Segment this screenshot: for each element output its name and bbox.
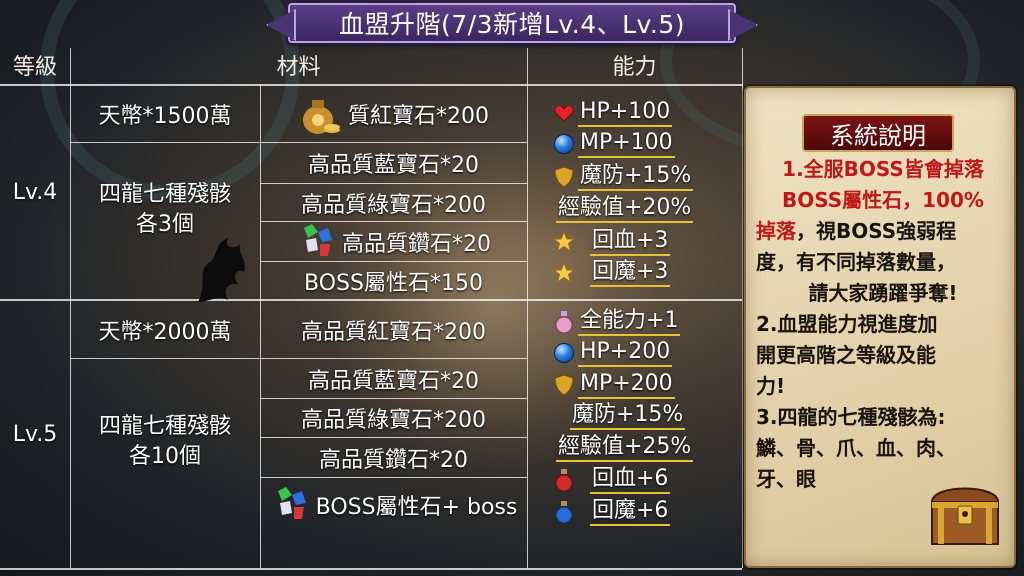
title-banner: 血盟升階(7/3新增Lv.4、Lv.5) xyxy=(288,3,736,43)
material-dragon-remains-name: 四龍七種殘骸 xyxy=(98,182,231,207)
material-diamond-label: 高品質鑽石*20 xyxy=(342,231,491,257)
ability-item: 回魔+6 xyxy=(552,497,671,527)
material-blue-gem: 高品質藍寶石*20 xyxy=(308,153,479,178)
star-icon xyxy=(553,262,575,284)
material-currency: 天幣*1500萬 xyxy=(98,104,232,129)
blue-orb-icon xyxy=(554,343,574,363)
ability-text: MP+100 xyxy=(578,130,675,158)
column-divider xyxy=(742,48,743,568)
header-material: 材料 xyxy=(276,55,321,80)
panel-line-rest: ，視BOSS強弱程 xyxy=(796,219,957,243)
material-boss-stone-label: BOSS屬性石+ boss xyxy=(315,495,518,520)
material-red-gem-label: 質紅寶石*200 xyxy=(348,104,489,129)
ability-item: 經驗值+25% xyxy=(556,433,694,463)
ability-item: HP+200 xyxy=(552,338,673,368)
level-label: Lv.5 xyxy=(12,422,58,447)
ability-item: MP+100 xyxy=(552,129,675,159)
heart-icon xyxy=(554,105,574,122)
ability-item: HP+100 xyxy=(552,98,673,128)
material-diamond: 高品質鑽石*20 xyxy=(319,447,468,473)
ability-text: HP+200 xyxy=(578,339,673,367)
ability-text: 回魔+6 xyxy=(590,498,671,526)
dragon-icon xyxy=(198,238,245,302)
panel-line: 3.四龍的七種殘骸為: xyxy=(756,405,946,429)
ability-item: 魔防+15% xyxy=(570,401,686,431)
panel-line: 請大家踴躍爭奪! xyxy=(808,281,958,305)
panel-line: BOSS屬性石，100% xyxy=(782,188,984,212)
potion-icon xyxy=(555,311,573,334)
header-ability: 能力 xyxy=(612,55,657,80)
ability-item: 回血+6 xyxy=(552,465,671,495)
level-label: Lv.4 xyxy=(12,180,58,205)
panel-line-highlight: 掉落 xyxy=(756,219,796,243)
gems-icon xyxy=(277,487,306,519)
gems-icon xyxy=(304,223,332,256)
ability-text: MP+200 xyxy=(578,371,675,399)
material-dragon-remains-count: 各3個 xyxy=(136,212,194,237)
ability-text: 經驗值+20% xyxy=(556,195,694,223)
ability-item: 經驗值+20% xyxy=(556,194,694,224)
panel-line: 鱗、骨、爪、血、肉、 xyxy=(756,436,956,460)
material-red-gem: 高品質紅寶石*200 xyxy=(301,319,486,345)
ability-text: 全能力+1 xyxy=(578,308,681,336)
page-title: 血盟升階(7/3新增Lv.4、Lv.5) xyxy=(338,10,685,39)
blue-orb-icon xyxy=(554,134,574,154)
panel-heading: 系統說明 xyxy=(802,114,954,152)
ability-text: HP+100 xyxy=(578,99,673,127)
money-bag-icon xyxy=(303,100,340,134)
ability-item: 魔防+15% xyxy=(552,162,694,192)
ability-text: 魔防+15% xyxy=(578,163,694,191)
ability-item: 回血+3 xyxy=(552,227,671,257)
star-icon xyxy=(553,231,575,253)
material-dragon-remains-count: 各10個 xyxy=(129,444,201,469)
table-bottom-line xyxy=(0,568,742,570)
panel-line: 度，有不同掉落數量， xyxy=(756,250,956,274)
material-boss-stone: BOSS屬性石*150 xyxy=(304,270,483,296)
ability-text: 回血+3 xyxy=(590,228,671,256)
panel-line: 1.全服BOSS皆會掉落 xyxy=(782,157,984,181)
ability-item: 全能力+1 xyxy=(552,307,681,337)
material-boss-stone: BOSS屬性石+ boss xyxy=(260,478,527,532)
panel-body: 1.全服BOSS皆會掉落 BOSS屬性石，100% 掉落，視BOSS強弱程 度，… xyxy=(756,154,1010,495)
ability-text: 回血+6 xyxy=(590,466,671,494)
material-diamond: 高品質鑽石*20 xyxy=(260,222,527,261)
material-currency: 天幣*2000萬 xyxy=(98,319,232,345)
material-green-gem: 高品質綠寶石*200 xyxy=(301,408,486,433)
panel-line: 力! xyxy=(756,374,786,398)
material-blue-gem: 高品質藍寶石*20 xyxy=(308,368,479,394)
shield-icon xyxy=(554,166,574,188)
ability-item: MP+200 xyxy=(552,370,675,400)
header-level: 等級 xyxy=(12,55,57,80)
ability-text: 經驗值+25% xyxy=(556,434,694,462)
ability-text: 回魔+3 xyxy=(590,259,671,287)
material-red-gem: 質紅寶石*200 xyxy=(260,86,527,142)
ability-item: 回魔+3 xyxy=(552,258,671,288)
panel-line: 開更高階之等級及能 xyxy=(756,343,936,367)
ability-text: 魔防+15% xyxy=(570,402,686,430)
red-potion-icon xyxy=(555,469,573,492)
system-info-panel: 系統說明 1.全服BOSS皆會掉落 BOSS屬性石，100% 掉落，視BOSS強… xyxy=(744,86,1016,568)
panel-line: 掉落，視BOSS強弱程 xyxy=(756,216,1010,247)
material-dragon-remains-name: 四龍七種殘骸 xyxy=(98,414,231,439)
material-green-gem: 高品質綠寶石*200 xyxy=(301,192,486,218)
column-divider xyxy=(527,48,528,568)
material-dragon-remains: 四龍七種殘骸 各10個 xyxy=(70,406,260,478)
shield-icon xyxy=(554,374,574,396)
treasure-chest-icon xyxy=(930,487,1000,545)
panel-line: 2.血盟能力視進度加 xyxy=(756,312,938,336)
blue-potion-icon xyxy=(555,501,573,524)
